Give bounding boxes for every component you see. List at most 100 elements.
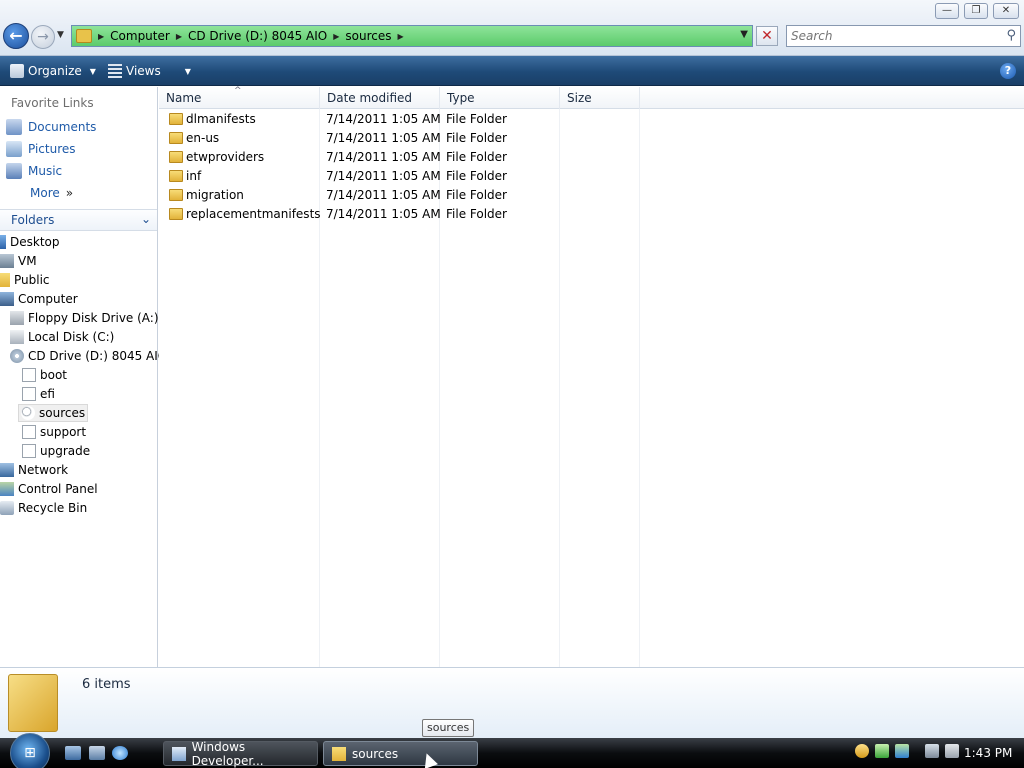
file-type: File Folder — [446, 169, 507, 183]
tree-item-desktop[interactable]: Desktop — [0, 233, 60, 251]
tree-item-control-panel[interactable]: Control Panel — [0, 480, 98, 498]
search-input[interactable] — [791, 26, 991, 46]
favorite-label: Music — [28, 164, 63, 178]
file-type: File Folder — [446, 112, 507, 126]
tree-item-sources[interactable]: sources — [18, 404, 89, 422]
file-type: File Folder — [446, 150, 507, 164]
address-dropdown-icon[interactable]: ▼ — [740, 29, 748, 40]
tree-item-boot[interactable]: boot — [22, 366, 67, 384]
address-bar[interactable]: ▶ Computer ▶ CD Drive (D:) 8045 AIO ▶ so… — [71, 25, 753, 47]
chevron-down-icon[interactable]: ⌄ — [141, 212, 151, 226]
tree-item-computer[interactable]: Computer — [0, 290, 78, 308]
help-button[interactable]: ? — [1000, 63, 1016, 79]
sync-icon[interactable] — [895, 744, 909, 758]
internet-explorer-icon[interactable] — [112, 746, 128, 760]
tree-item-label: efi — [40, 387, 55, 401]
file-row[interactable]: dlmanifests 7/14/2011 1:05 AM File Folde… — [159, 110, 639, 129]
tree-item-vm[interactable]: VM — [0, 252, 37, 270]
breadcrumb-separator[interactable]: ▶ — [98, 32, 104, 41]
back-button[interactable]: ← — [3, 23, 29, 49]
favorite-documents[interactable]: Documents — [6, 118, 96, 136]
stop-button[interactable]: ✕ — [756, 26, 778, 46]
tree-item-public[interactable]: Public — [0, 271, 50, 289]
network-icon — [0, 463, 14, 477]
forward-button[interactable]: → — [31, 25, 55, 49]
file-row[interactable]: en-us 7/14/2011 1:05 AM File Folder — [159, 129, 639, 148]
organize-button[interactable]: Organize ▼ — [10, 62, 96, 80]
tree-item-network[interactable]: Network — [0, 461, 68, 479]
blank-folder-icon — [22, 425, 36, 439]
maximize-button[interactable]: ❐ — [964, 3, 988, 19]
breadcrumb-separator[interactable]: ▶ — [333, 32, 339, 41]
network-disconnected-icon[interactable] — [925, 744, 939, 758]
blank-folder-icon — [22, 444, 36, 458]
column-label: Name — [166, 91, 202, 105]
tree-item-label: VM — [18, 254, 37, 268]
tree-item-label: Floppy Disk Drive (A:) — [28, 311, 159, 325]
views-button[interactable]: Views ▼ — [108, 62, 191, 80]
tree-item-floppy[interactable]: Floppy Disk Drive (A:) — [10, 309, 159, 327]
folder-icon — [76, 29, 92, 43]
breadcrumb-cd-drive[interactable]: CD Drive (D:) 8045 AIO — [188, 29, 327, 43]
column-header-size[interactable]: Size — [560, 87, 640, 109]
breadcrumb-computer[interactable]: Computer — [110, 29, 170, 43]
tree-item-recycle-bin[interactable]: Recycle Bin — [0, 499, 87, 517]
organize-icon — [10, 64, 24, 78]
column-header-type[interactable]: Type — [440, 87, 560, 109]
tree-item-label: Recycle Bin — [18, 501, 88, 515]
tree-item-label: Computer — [18, 292, 78, 306]
command-bar: Organize ▼ Views ▼ ? — [0, 56, 1024, 86]
folder-icon — [169, 170, 183, 182]
maximize-icon: ❐ — [971, 5, 981, 16]
music-icon — [6, 163, 22, 179]
favorite-music[interactable]: Music — [6, 162, 62, 180]
organize-label: Organize — [28, 64, 82, 78]
breadcrumb-separator[interactable]: ▶ — [176, 32, 182, 41]
breadcrumb-separator[interactable]: ▶ — [397, 32, 403, 41]
security-shield-icon[interactable] — [855, 744, 869, 758]
search-box[interactable]: ⚲ — [786, 25, 1021, 47]
column-header-date[interactable]: Date modified — [320, 87, 440, 109]
folder-icon — [169, 189, 183, 201]
close-button[interactable]: ✕ — [993, 3, 1019, 19]
switch-windows-icon[interactable] — [89, 746, 105, 760]
tree-item-label: Desktop — [10, 235, 60, 249]
file-row[interactable]: inf 7/14/2011 1:05 AM File Folder — [159, 167, 639, 186]
tree-item-efi[interactable]: efi — [22, 385, 55, 403]
tree-item-local-disk[interactable]: Local Disk (C:) — [10, 328, 114, 346]
taskbar-button-sources[interactable]: sources — [323, 741, 478, 766]
favorite-pictures[interactable]: Pictures — [6, 140, 76, 158]
file-type: File Folder — [446, 188, 507, 202]
file-row[interactable]: migration 7/14/2011 1:05 AM File Folder — [159, 186, 639, 205]
tree-item-label: Public — [14, 273, 50, 287]
views-label: Views — [126, 64, 161, 78]
tree-item-label: support — [40, 425, 87, 439]
file-row[interactable]: etwproviders 7/14/2011 1:05 AM File Fold… — [159, 148, 639, 167]
computer-icon — [0, 292, 14, 306]
chevron-down-icon: ▼ — [184, 66, 191, 76]
tree-item-support[interactable]: support — [22, 423, 86, 441]
minimize-button[interactable]: — — [935, 3, 959, 19]
favorite-more[interactable]: More » — [30, 184, 73, 202]
volume-muted-icon[interactable] — [945, 744, 959, 758]
column-label: Type — [447, 91, 475, 105]
breadcrumb-sources[interactable]: sources — [345, 29, 391, 43]
folders-header[interactable]: Folders ⌄ — [0, 209, 157, 231]
system-clock[interactable]: 1:43 PM — [964, 746, 1012, 760]
chevron-down-icon: ▼ — [89, 66, 96, 76]
folder-icon — [169, 113, 183, 125]
show-desktop-icon[interactable] — [65, 746, 81, 760]
user-folder-icon — [0, 254, 14, 268]
file-date: 7/14/2011 1:05 AM — [326, 188, 441, 202]
start-button[interactable]: ⊞ — [10, 733, 50, 768]
tree-item-upgrade[interactable]: upgrade — [22, 442, 90, 460]
tree-item-cd-drive[interactable]: CD Drive (D:) 8045 AIO — [10, 347, 167, 365]
floppy-icon — [10, 311, 24, 325]
disk-icon — [10, 330, 24, 344]
search-icon[interactable]: ⚲ — [1006, 28, 1016, 43]
file-row[interactable]: replacementmanifests 7/14/2011 1:05 AM F… — [159, 205, 639, 224]
taskbar-button-windows-developer[interactable]: Windows Developer... — [163, 740, 318, 768]
column-header-name[interactable]: Name ^ — [159, 86, 320, 109]
windows-update-icon[interactable] — [875, 744, 889, 758]
recent-pages-dropdown[interactable]: ▼ — [57, 30, 64, 40]
